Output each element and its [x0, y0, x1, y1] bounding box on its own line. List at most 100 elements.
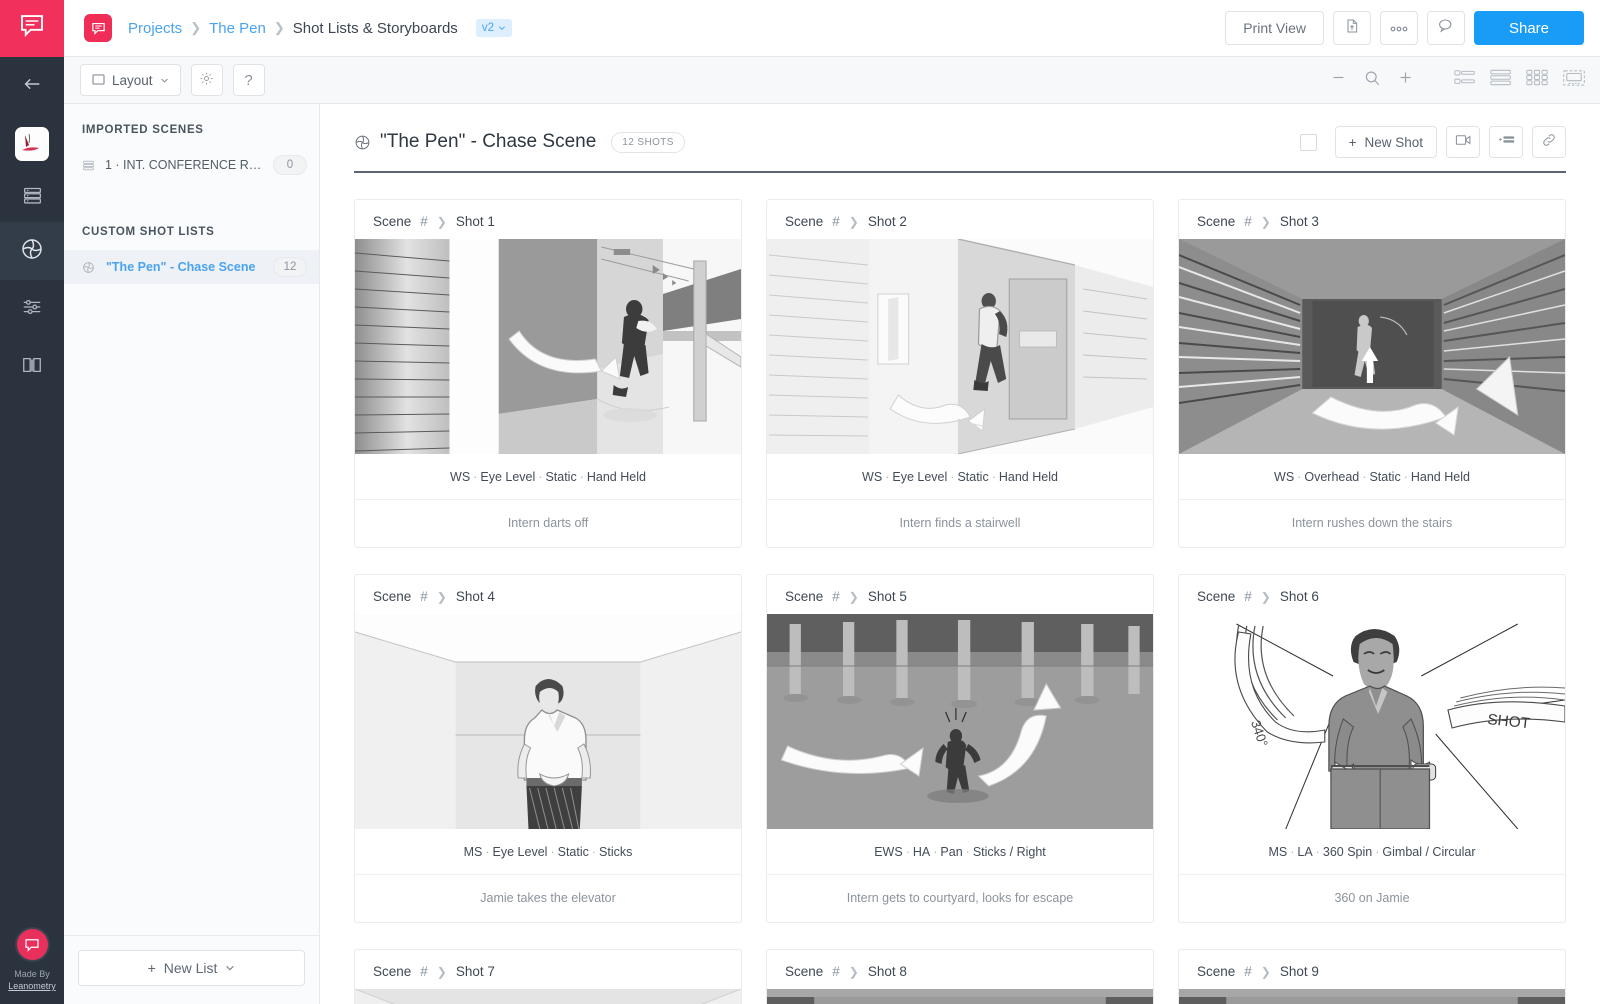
shots-count-badge: 12 SHOTS — [611, 132, 685, 153]
sidebar-item-project-thumbnail[interactable] — [0, 115, 64, 173]
more-options-button[interactable] — [1380, 11, 1418, 45]
add-video-button[interactable] — [1446, 126, 1480, 158]
shot-card[interactable]: Scene # ❯ Shot 9 — [1178, 949, 1566, 1004]
sidebar-item-shot-lists[interactable] — [0, 222, 64, 280]
settings-button[interactable] — [191, 64, 223, 96]
meta-part: MS — [1269, 845, 1288, 859]
plus-icon: + — [1349, 135, 1357, 150]
shot-card[interactable]: Scene # ❯ Shot 2 — [766, 199, 1154, 548]
scene-label: Scene — [1197, 214, 1235, 229]
project-logo-icon[interactable] — [84, 14, 112, 42]
scene-number[interactable]: # — [1244, 964, 1252, 979]
view-list-rows-button[interactable] — [1490, 69, 1512, 91]
custom-list-count-badge: 12 — [273, 257, 307, 277]
select-all-checkbox[interactable] — [1300, 134, 1317, 151]
storyboard-thumbnail[interactable] — [767, 614, 1153, 829]
shot-card[interactable]: Scene # ❯ Shot 6 — [1178, 574, 1566, 923]
breadcrumb-the-pen[interactable]: The Pen — [209, 20, 266, 37]
zoom-reset-button[interactable] — [1363, 69, 1381, 92]
zoom-out-button[interactable] — [1330, 69, 1347, 91]
scene-number[interactable]: # — [1244, 214, 1252, 229]
shot-number-label: Shot 8 — [868, 964, 907, 979]
imported-scenes-title: IMPORTED SCENES — [64, 124, 319, 136]
scene-number[interactable]: # — [832, 964, 840, 979]
insert-row-button[interactable] — [1489, 126, 1523, 158]
storyboard-thumbnail[interactable] — [1179, 989, 1565, 1004]
sidebar-item-guides[interactable] — [0, 338, 64, 396]
scene-number[interactable]: # — [420, 964, 428, 979]
share-button[interactable]: Share — [1474, 11, 1584, 45]
new-shot-button[interactable]: + New Shot — [1335, 126, 1437, 158]
sub-toolbar-right — [1330, 69, 1586, 92]
shot-card[interactable]: Scene # ❯ Shot 8 — [766, 949, 1154, 1004]
breadcrumb: Projects ❯ The Pen ❯ Shot Lists & Storyb… — [128, 19, 512, 37]
rail-footer: Made By Leanometry — [0, 927, 64, 992]
sidebar-item-script[interactable] — [0, 173, 64, 222]
list-item-scene-1[interactable]: 1 · INT. CONFERENCE ROOM · DAY 0 — [64, 148, 319, 182]
comments-button[interactable] — [1427, 11, 1465, 45]
shot-description[interactable]: Intern finds a stairwell — [767, 500, 1153, 547]
zoom-in-button[interactable] — [1397, 69, 1414, 91]
shot-description[interactable]: Intern rushes down the stairs — [1179, 500, 1565, 547]
project-thumb-icon — [15, 127, 49, 161]
brand-logo-button[interactable] — [0, 0, 64, 57]
view-list-thumbnails-button[interactable] — [1454, 69, 1476, 91]
export-button[interactable] — [1333, 11, 1371, 45]
shot-card-header: Scene # ❯ Shot 9 — [1179, 950, 1565, 989]
new-list-button[interactable]: + New List — [78, 950, 305, 986]
storyboard-thumbnail[interactable] — [767, 989, 1153, 1004]
made-by-line2[interactable]: Leanometry — [8, 980, 56, 992]
chevron-down-icon — [160, 76, 169, 85]
scene-number[interactable]: # — [420, 589, 428, 604]
view-filmstrip-button[interactable] — [1562, 69, 1586, 92]
shot-number-label: Shot 9 — [1280, 964, 1319, 979]
shot-card[interactable]: Scene # ❯ Shot 1 — [354, 199, 742, 548]
link-icon — [1541, 132, 1557, 153]
scene-number[interactable]: # — [832, 214, 840, 229]
meta-part: Eye Level — [493, 845, 548, 859]
storyboard-thumbnail[interactable]: 340° SHOT — [1179, 614, 1565, 829]
insert-row-icon — [1498, 133, 1515, 151]
scene-number[interactable]: # — [420, 214, 428, 229]
scene-number[interactable]: # — [832, 589, 840, 604]
shot-number-label: Shot 3 — [1280, 214, 1319, 229]
panel-scroll-area: IMPORTED SCENES 1 · INT. CONFERENCE ROOM… — [64, 104, 319, 935]
scene-count-badge: 0 — [273, 155, 307, 175]
shot-card[interactable]: Scene # ❯ Shot 4 — [354, 574, 742, 923]
shot-card-header: Scene # ❯ Shot 6 — [1179, 575, 1565, 614]
shot-description[interactable]: 360 on Jamie — [1179, 875, 1565, 922]
avatar[interactable] — [15, 927, 50, 962]
scene-number[interactable]: # — [1244, 589, 1252, 604]
layout-button[interactable]: Layout — [80, 64, 181, 96]
print-view-button[interactable]: Print View — [1225, 11, 1324, 45]
shot-description[interactable]: Intern gets to courtyard, looks for esca… — [767, 875, 1153, 922]
shot-card[interactable]: Scene # ❯ Shot 3 — [1178, 199, 1566, 548]
shot-card[interactable]: Scene # ❯ Shot 7 — [354, 949, 742, 1004]
chevron-down-icon — [225, 963, 235, 973]
scene-label: Scene — [373, 964, 411, 979]
meta-part: HA — [913, 845, 930, 859]
app-body: Projects ❯ The Pen ❯ Shot Lists & Storyb… — [64, 0, 1600, 1004]
storyboard-thumbnail[interactable] — [355, 239, 741, 454]
custom-shot-lists-title: CUSTOM SHOT LISTS — [64, 226, 319, 238]
chevron-down-icon — [498, 24, 506, 32]
storyboard-thumbnail[interactable] — [767, 239, 1153, 454]
version-label: v2 — [482, 22, 494, 34]
view-grid-button[interactable] — [1526, 69, 1548, 91]
sidebar-item-back[interactable] — [0, 57, 64, 115]
shot-description[interactable]: Jamie takes the elevator — [355, 875, 741, 922]
scene-label: Scene — [373, 589, 411, 604]
copy-link-button[interactable] — [1532, 126, 1566, 158]
help-button[interactable]: ? — [233, 64, 265, 96]
storyboard-thumbnail[interactable] — [355, 614, 741, 829]
version-selector[interactable]: v2 — [476, 19, 512, 37]
meta-part: EWS — [874, 845, 902, 859]
shot-card[interactable]: Scene # ❯ Shot 5 — [766, 574, 1154, 923]
shot-description[interactable]: Intern darts off — [355, 500, 741, 547]
breadcrumb-projects[interactable]: Projects — [128, 20, 182, 37]
shots-grid: Scene # ❯ Shot 1 — [344, 173, 1576, 1004]
storyboard-thumbnail[interactable] — [1179, 239, 1565, 454]
storyboard-thumbnail[interactable] — [355, 989, 741, 1004]
sidebar-item-settings[interactable] — [0, 280, 64, 338]
list-item-chase-scene[interactable]: "The Pen" - Chase Scene 12 — [64, 250, 319, 284]
